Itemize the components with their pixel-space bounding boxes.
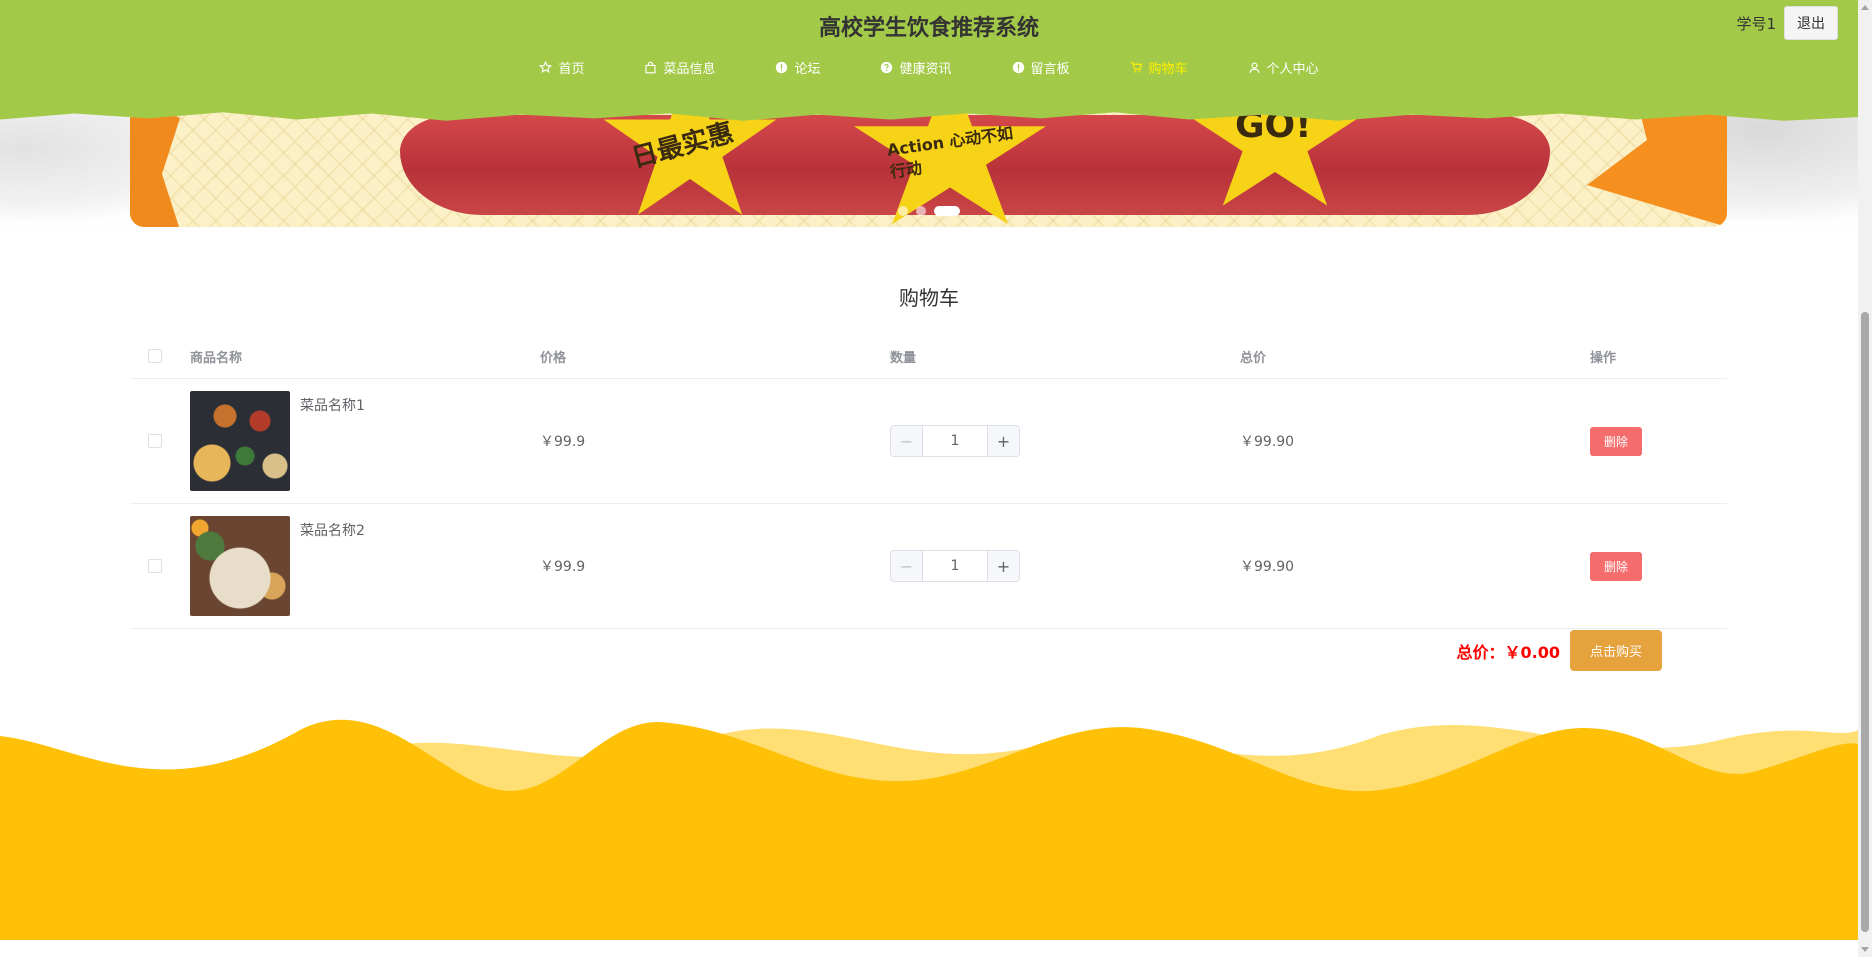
column-header-quantity: 数量	[890, 350, 917, 366]
carousel-dot[interactable]	[897, 205, 908, 216]
delete-button[interactable]: 删除	[1590, 551, 1643, 581]
footer-waves	[0, 719, 1858, 940]
table-header: 商品名称 价格 数量 总价 操作	[130, 334, 1727, 379]
site-header: 高校学生饮食推荐系统 学号1 退出 首页 菜品信息 论坛 健康资讯 留言板 购物…	[0, 0, 1858, 121]
scroll-down-arrow[interactable]	[1861, 947, 1869, 952]
nav-item-health-news[interactable]: 健康资讯	[880, 58, 952, 77]
decrease-button[interactable]: −	[891, 426, 923, 456]
nav-item-label: 留言板	[1030, 62, 1070, 77]
table-row: 菜品名称1 ￥99.9 − + ￥99.90 删除	[130, 379, 1727, 504]
star-icon	[539, 61, 553, 74]
column-header-name: 商品名称	[190, 350, 243, 366]
cart-table: 商品名称 价格 数量 总价 操作 菜品名称1 ￥99.9 − + ￥99.90 …	[130, 334, 1727, 629]
logout-button[interactable]: 退出	[1784, 6, 1838, 40]
carousel-dot[interactable]	[915, 205, 926, 216]
delete-button[interactable]: 删除	[1590, 426, 1643, 456]
user-name[interactable]: 学号1	[1736, 13, 1776, 34]
scrollbar[interactable]	[1858, 0, 1872, 957]
info-icon	[1012, 61, 1024, 74]
buy-button[interactable]: 点击购买	[1569, 630, 1662, 671]
product-name: 菜品名称2	[300, 523, 365, 539]
nav-item-label: 菜品信息	[663, 62, 716, 77]
column-header-total: 总价	[1240, 350, 1267, 366]
product-cell: 菜品名称1	[190, 391, 540, 491]
column-header-actions: 操作	[1590, 350, 1617, 366]
bag-icon	[645, 61, 656, 74]
nav-item-cart[interactable]: 购物车	[1130, 58, 1188, 77]
nav-item-forum[interactable]: 论坛	[775, 58, 820, 77]
quantity-stepper: − +	[890, 425, 1020, 457]
nav-item-label: 购物车	[1148, 62, 1188, 77]
nav-item-label: 首页	[558, 62, 585, 77]
nav-item-home[interactable]: 首页	[539, 58, 584, 77]
info-icon	[776, 61, 788, 74]
product-image	[190, 516, 290, 616]
increase-button[interactable]: +	[987, 426, 1019, 456]
carousel-dot-active[interactable]	[933, 205, 960, 216]
site-title: 高校学生饮食推荐系统	[818, 16, 1039, 41]
page-title: 购物车	[899, 286, 959, 310]
total-price: 总价：￥0.00	[1456, 642, 1560, 662]
cart-icon	[1130, 62, 1142, 73]
select-all-checkbox[interactable]	[148, 349, 162, 363]
item-total: ￥99.90	[1240, 559, 1295, 575]
user-area: 学号1 退出	[1736, 6, 1838, 40]
item-total: ￥99.90	[1240, 434, 1295, 450]
increase-button[interactable]: +	[987, 551, 1019, 581]
item-price: ￥99.9	[540, 434, 586, 450]
scroll-up-arrow[interactable]	[1861, 5, 1869, 10]
nav-item-profile[interactable]: 个人中心	[1248, 58, 1319, 77]
nav-item-label: 健康资讯	[899, 62, 952, 77]
product-image	[190, 391, 290, 491]
item-price: ￥99.9	[540, 559, 586, 575]
product-name: 菜品名称1	[300, 398, 365, 414]
scroll-thumb[interactable]	[1861, 312, 1869, 932]
column-header-price: 价格	[540, 350, 567, 366]
cart-summary: 总价：￥0.00 点击购买	[1456, 630, 1662, 671]
quantity-input[interactable]	[923, 551, 987, 581]
quantity-input[interactable]	[923, 426, 987, 456]
product-cell: 菜品名称2	[190, 516, 540, 616]
nav-item-label: 论坛	[794, 62, 821, 77]
carousel-indicators	[130, 200, 1727, 219]
nav-item-message-board[interactable]: 留言板	[1012, 58, 1070, 77]
quantity-stepper: − +	[890, 550, 1020, 582]
help-icon	[881, 61, 893, 74]
main-nav: 首页 菜品信息 论坛 健康资讯 留言板 购物车 个人中心	[0, 58, 1858, 77]
user-icon	[1249, 62, 1260, 73]
row-checkbox[interactable]	[148, 559, 162, 573]
nav-item-label: 个人中心	[1266, 62, 1319, 77]
decrease-button[interactable]: −	[891, 551, 923, 581]
table-row: 菜品名称2 ￥99.9 − + ￥99.90 删除	[130, 504, 1727, 629]
row-checkbox[interactable]	[148, 434, 162, 448]
nav-item-dishes[interactable]: 菜品信息	[644, 58, 715, 77]
